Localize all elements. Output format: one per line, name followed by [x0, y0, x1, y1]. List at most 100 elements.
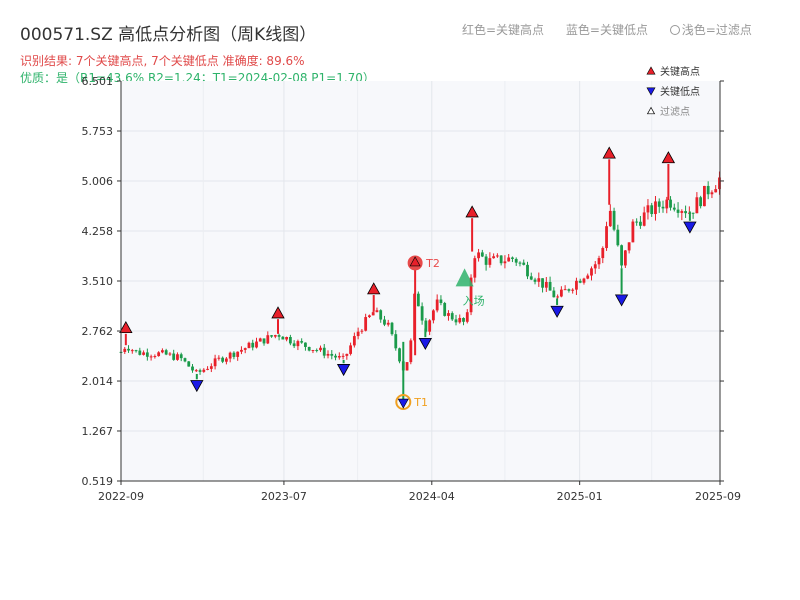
- candle-body: [270, 335, 273, 337]
- candle-body: [187, 361, 191, 367]
- candle-body: [578, 280, 582, 283]
- candle-body: [409, 340, 413, 363]
- y-tick-label: 5.753: [82, 125, 114, 138]
- candle-body: [529, 276, 533, 280]
- candle-body: [142, 352, 145, 355]
- candle-body: [337, 356, 341, 358]
- candle-body: [390, 322, 394, 335]
- candle-body: [255, 341, 258, 348]
- candle-body: [703, 185, 706, 207]
- candle-body: [300, 341, 304, 343]
- candle-body: [209, 366, 213, 369]
- candle-body: [507, 257, 511, 262]
- candle-body: [439, 299, 443, 304]
- candle-body: [695, 197, 699, 214]
- candle-body: [206, 368, 209, 370]
- candlestick-chart[interactable]: T1 T2 入场 0.519 1.267 2.014 2.762 3.510 4.258 5.0…: [0, 0, 800, 600]
- candle-body: [661, 206, 665, 209]
- t2-label: T2: [425, 257, 440, 270]
- candle-body: [405, 362, 409, 371]
- candle-body: [691, 212, 695, 214]
- candle-body: [623, 250, 627, 266]
- candle-body: [191, 366, 194, 371]
- x-tick-label: 2024-04: [409, 490, 455, 503]
- candle-body: [356, 331, 360, 337]
- candle-body: [635, 221, 639, 223]
- candle-body: [537, 278, 541, 282]
- candle-body: [149, 356, 153, 358]
- candle-body: [266, 335, 270, 344]
- candle-body: [341, 355, 345, 357]
- candle-body: [394, 334, 398, 349]
- candle-body: [495, 255, 499, 257]
- x-tick-label: 2025-09: [695, 490, 741, 503]
- candle-body: [371, 312, 375, 316]
- candle-body: [458, 317, 462, 323]
- candle-body: [130, 350, 134, 352]
- candle-body: [480, 252, 484, 257]
- y-tick-label: 3.510: [82, 275, 114, 288]
- candle-body: [420, 306, 424, 321]
- candle-body: [435, 299, 439, 311]
- candle-body: [571, 289, 575, 291]
- candle-body: [379, 310, 383, 320]
- candle-body: [605, 226, 608, 249]
- candle-body: [575, 280, 578, 290]
- candle-body: [307, 346, 311, 351]
- candle-body: [145, 352, 149, 357]
- candle-body: [183, 358, 187, 362]
- y-tick-label: 5.006: [82, 175, 114, 188]
- candle-body: [511, 257, 514, 259]
- candle-body: [296, 341, 300, 347]
- x-tick-label: 2023-07: [261, 490, 307, 503]
- candle-body: [657, 201, 661, 207]
- x-tick-label: 2022-09: [98, 490, 144, 503]
- candle-body: [123, 348, 127, 352]
- candle-body: [319, 347, 322, 351]
- candle-body: [349, 345, 352, 354]
- y-tick-label: 1.267: [82, 425, 114, 438]
- candle-body: [428, 320, 432, 332]
- candle-body: [217, 357, 221, 359]
- candle-body: [586, 275, 590, 279]
- legend-high-label: 关键高点: [660, 65, 700, 78]
- candle-body: [322, 347, 326, 356]
- candle-body: [593, 264, 597, 269]
- candle-body: [450, 313, 454, 320]
- candle-body: [514, 258, 518, 263]
- candle-body: [684, 211, 687, 214]
- candle-body: [473, 258, 477, 278]
- candle-body: [179, 354, 183, 359]
- candle-body: [164, 350, 168, 355]
- candle-body: [544, 281, 548, 288]
- candle-body: [639, 221, 642, 226]
- candle-body: [153, 356, 157, 358]
- candle-body: [484, 256, 488, 265]
- t1-label: T1: [413, 396, 428, 409]
- candle-body: [676, 209, 680, 213]
- candle-body: [665, 199, 669, 209]
- candle-body: [650, 205, 654, 215]
- candle-body: [232, 352, 236, 357]
- candle-body: [541, 278, 544, 288]
- candle-body: [285, 337, 289, 340]
- legend-low-label: 关键低点: [660, 85, 700, 98]
- candle-body: [360, 330, 364, 332]
- candle-body: [292, 343, 296, 347]
- candle-body: [368, 315, 371, 318]
- candle-body: [398, 348, 401, 362]
- candle-body: [499, 255, 503, 264]
- candle-body: [443, 303, 447, 316]
- candle-body: [134, 350, 138, 352]
- candle-body: [386, 322, 390, 325]
- candle-body: [157, 352, 161, 357]
- candle-body: [477, 252, 480, 259]
- y-tick-label: 6.501: [82, 75, 114, 88]
- candle-body: [465, 312, 469, 322]
- candle-body: [567, 289, 571, 291]
- candle-body: [548, 281, 552, 291]
- candle-body: [243, 348, 247, 350]
- candle-body: [236, 351, 240, 357]
- candle-body: [240, 349, 243, 352]
- candle-body: [503, 261, 507, 264]
